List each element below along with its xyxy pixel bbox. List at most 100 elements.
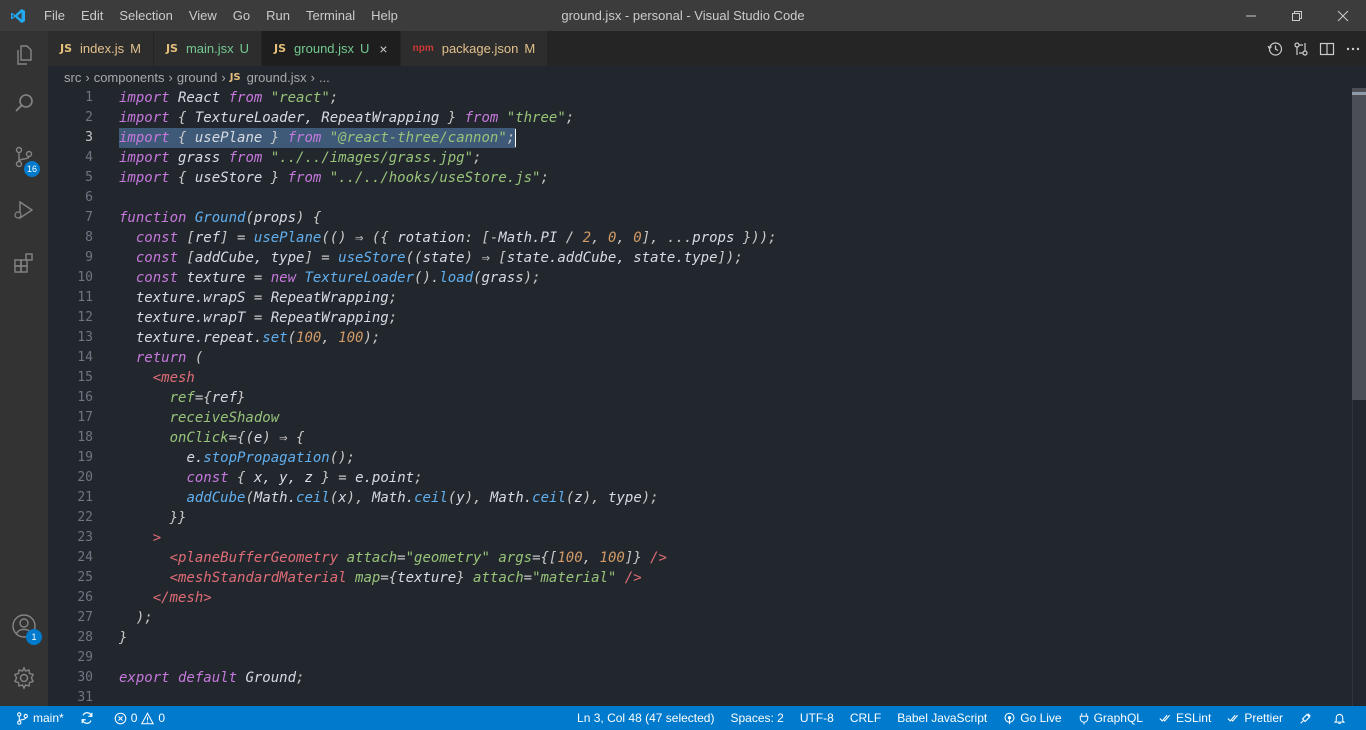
extensions-icon (14, 253, 33, 273)
scrollbar-thumb[interactable] (1352, 88, 1366, 400)
code-text: const texture = new TextureLoader().load… (135, 270, 541, 286)
accounts-button[interactable]: 1 (0, 602, 48, 650)
tab-index-js[interactable]: JS index.js M (48, 31, 154, 66)
code-text: ); (119, 610, 153, 626)
js-file-icon: JS (274, 42, 287, 55)
code-line[interactable]: 10 const texture = new TextureLoader().l… (48, 268, 1348, 288)
breadcrumb-components[interactable]: components (94, 70, 165, 85)
compare-changes-icon (1294, 41, 1308, 56)
menu-edit[interactable]: Edit (73, 0, 111, 31)
code-line[interactable]: 12 texture.wrapT = RepeatWrapping; (48, 308, 1348, 328)
split-editor-icon (1319, 42, 1335, 55)
code-line[interactable]: 19 e.stopPropagation(); (48, 448, 1348, 468)
code-line[interactable]: 23 > (48, 528, 1348, 548)
timeline-button[interactable] (1262, 31, 1288, 66)
language-mode[interactable]: Babel JavaScript (889, 706, 995, 730)
code-line[interactable]: 21 addCube(Math.ceil(x), Math.ceil(y), M… (48, 488, 1348, 508)
close-window-button[interactable] (1320, 0, 1366, 31)
code-line[interactable]: 18 onClick={(e) ⇒ { (48, 428, 1348, 448)
code-line[interactable]: 13 texture.repeat.set(100, 100); (48, 328, 1348, 348)
open-changes-button[interactable] (1288, 31, 1314, 66)
source-control-button[interactable]: 16 (0, 133, 48, 181)
code-editor[interactable]: 1 import React from "react"; 2 import { Tex… (48, 88, 1366, 706)
menu-view[interactable]: View (181, 0, 225, 31)
tab-label: index.js (80, 41, 125, 56)
line-number: 10 (77, 270, 93, 285)
menu-selection[interactable]: Selection (111, 0, 180, 31)
status-bar: main* 0 0 Ln 3, Col 48 (47 selected) Spa… (0, 706, 1366, 730)
code-text: ref={ref} (169, 390, 246, 406)
code-line[interactable]: 27 ); (48, 608, 1348, 628)
code-line[interactable]: 24 <planeBufferGeometry attach="geometry… (48, 548, 1348, 568)
code-line[interactable]: 22 }} (48, 508, 1348, 528)
code-line[interactable]: 6 (48, 188, 1348, 208)
error-count: 0 (130, 711, 138, 725)
code-line[interactable]: 26 </mesh> (48, 588, 1348, 608)
code-line[interactable]: 17 receiveShadow (48, 408, 1348, 428)
code-line[interactable]: 5 import { useStore } from "../../hooks/u… (48, 168, 1348, 188)
split-editor-button[interactable] (1314, 31, 1340, 66)
manage-button[interactable] (0, 654, 48, 702)
code-line[interactable]: 2 import { TextureLoader, RepeatWrapping … (48, 108, 1348, 128)
encoding[interactable]: UTF-8 (792, 706, 842, 730)
prettier-button[interactable]: Prettier (1219, 706, 1291, 730)
tab-package-json[interactable]: npm package.json M (400, 31, 549, 66)
code-line[interactable]: 4 import grass from "../../images/grass.j… (48, 148, 1348, 168)
notifications-button[interactable] (1325, 706, 1358, 730)
breadcrumb-file[interactable]: ground.jsx (247, 70, 307, 85)
minimize-button[interactable] (1228, 0, 1274, 31)
code-line[interactable]: 3 import { usePlane } from "@react-three/… (48, 128, 1348, 148)
code-line[interactable]: 20 const { x, y, z } = e.point; (48, 468, 1348, 488)
explorer-button[interactable] (0, 31, 48, 79)
menu-help[interactable]: Help (363, 0, 406, 31)
menu-terminal[interactable]: Terminal (298, 0, 363, 31)
menu-file[interactable]: File (36, 0, 73, 31)
code-line[interactable]: 16 ref={ref} (48, 388, 1348, 408)
sync-icon (81, 712, 93, 724)
line-number: 23 (77, 530, 93, 545)
feedback-button[interactable] (1291, 706, 1325, 730)
problems-indicator[interactable]: 0 0 (106, 706, 173, 730)
code-line[interactable]: 25 <meshStandardMaterial map={texture} a… (48, 568, 1348, 588)
code-text: const { x, y, z } = e.point; (186, 470, 423, 486)
code-line[interactable]: 30 export default Ground; (48, 668, 1348, 688)
line-number: 16 (77, 390, 93, 405)
tab-ground-jsx[interactable]: JS ground.jsx U × (262, 31, 401, 66)
code-line[interactable]: 8 const [ref] = usePlane(() ⇒ ({ rotatio… (48, 228, 1348, 248)
search-button[interactable] (0, 79, 48, 127)
more-actions-button[interactable] (1340, 31, 1366, 66)
tab-main-jsx[interactable]: JS main.jsx U (153, 31, 263, 66)
code-line[interactable]: 7 function Ground(props) { (48, 208, 1348, 228)
line-number: 9 (85, 250, 93, 265)
menu-go[interactable]: Go (225, 0, 258, 31)
history-icon (1267, 41, 1283, 56)
code-line[interactable]: 15 <mesh (48, 368, 1348, 388)
code-line[interactable]: 14 return ( (48, 348, 1348, 368)
cursor-position[interactable]: Ln 3, Col 48 (47 selected) (569, 706, 722, 730)
breadcrumb-src[interactable]: src (64, 70, 81, 85)
code-line[interactable]: 28} (48, 628, 1348, 648)
menu-run[interactable]: Run (258, 0, 298, 31)
code-line[interactable]: 1 import React from "react"; (48, 88, 1348, 108)
close-tab-icon[interactable]: × (379, 41, 387, 57)
branch-indicator[interactable]: main* (8, 706, 72, 730)
eslint-button[interactable]: ESLint (1151, 706, 1219, 730)
breadcrumb-symbol[interactable]: ... (319, 70, 330, 85)
restore-button[interactable] (1274, 0, 1320, 31)
end-of-line[interactable]: CRLF (842, 706, 889, 730)
code-line[interactable]: 9 const [addCube, type] = useStore((stat… (48, 248, 1348, 268)
tab-status: M (524, 41, 536, 56)
extensions-button[interactable] (0, 239, 48, 287)
vertical-scrollbar[interactable] (1352, 88, 1366, 706)
code-line[interactable]: 29 (48, 648, 1348, 668)
indentation[interactable]: Spaces: 2 (722, 706, 791, 730)
breadcrumb-ground[interactable]: ground (177, 70, 217, 85)
run-debug-button[interactable] (0, 186, 48, 234)
chevron-right-icon: › (221, 69, 226, 85)
sync-button[interactable] (72, 706, 106, 730)
code-line[interactable]: 11 texture.wrapS = RepeatWrapping; (48, 288, 1348, 308)
code-line[interactable]: 31 (48, 688, 1348, 706)
graphql-button[interactable]: GraphQL (1070, 706, 1151, 730)
code-text: <mesh (152, 370, 195, 386)
go-live-button[interactable]: Go Live (995, 706, 1069, 730)
